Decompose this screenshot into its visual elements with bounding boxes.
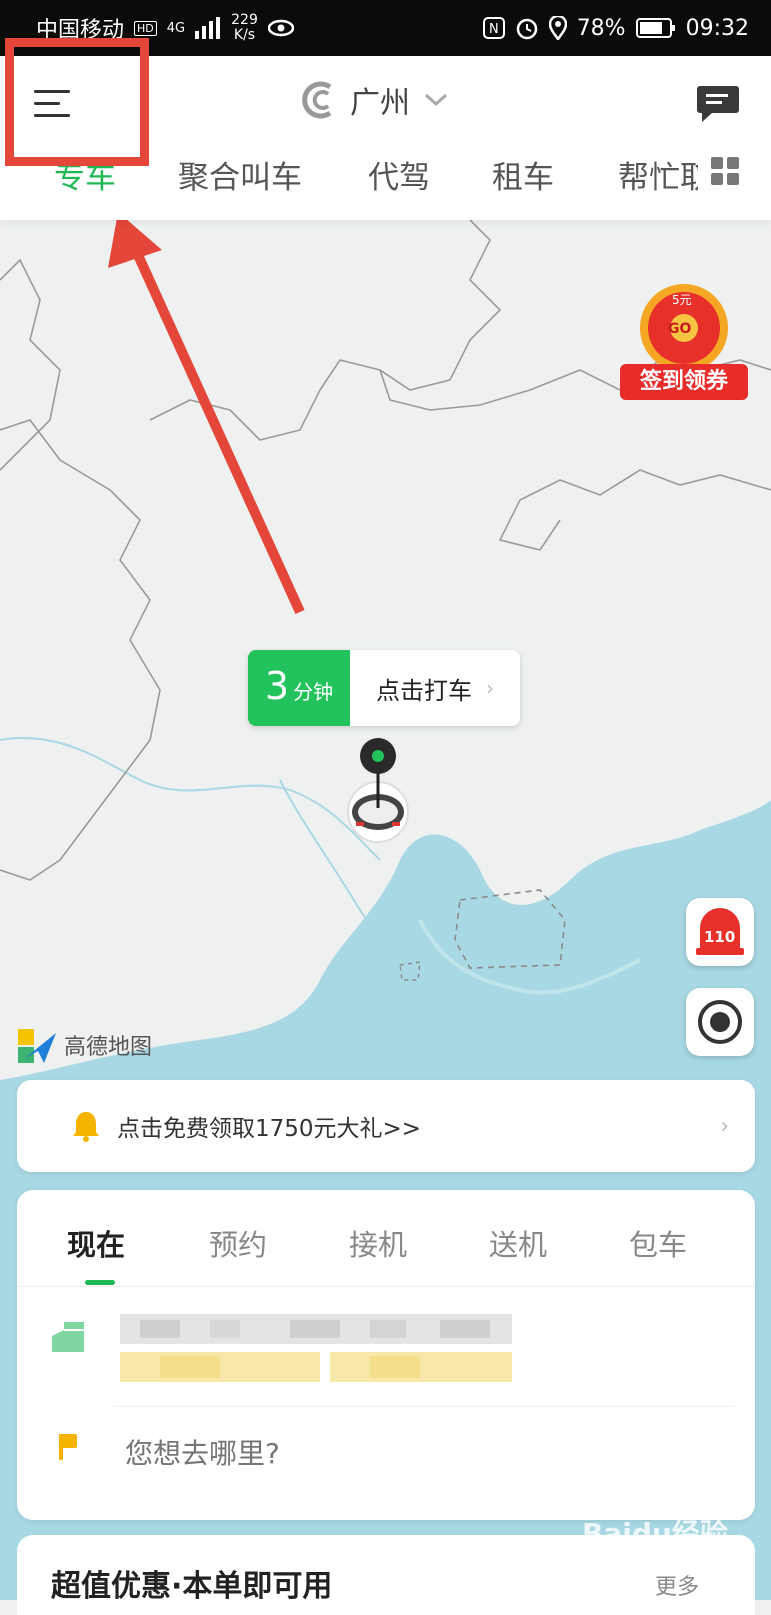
city-selector[interactable]: 广州 [300, 78, 448, 122]
tab-now[interactable]: 现在 [67, 1222, 125, 1264]
grid-icon[interactable] [710, 156, 740, 186]
didi-logo-icon [302, 81, 332, 119]
prize-wheel-icon: GO 5元 [640, 284, 728, 366]
tab-errand[interactable]: 帮忙取 [618, 152, 698, 197]
pickup-address-blurred [120, 1314, 512, 1344]
promo-text: 点击免费领取1750元大礼>> [117, 1116, 422, 1142]
active-tab-indicator [85, 1280, 115, 1285]
pickup-location-icon [52, 1322, 84, 1352]
network-speed: 229 K/s [231, 13, 258, 43]
tab-airport-dropoff[interactable]: 送机 [489, 1222, 547, 1264]
divider [113, 1406, 735, 1407]
signal-icon [195, 17, 221, 39]
nfc-icon: N [482, 17, 505, 39]
map-provider-name: 高德地图 [64, 1035, 153, 1060]
chevron-right-icon: › [486, 676, 494, 700]
eta-action-label: 点击打车 [376, 676, 472, 705]
message-icon [697, 86, 739, 122]
city-name: 广州 [350, 86, 410, 121]
emergency-110-button[interactable]: 110 [686, 898, 754, 966]
hd-badge: HD [134, 20, 157, 36]
location-icon [548, 16, 567, 40]
siren-icon: 110 [696, 908, 744, 955]
alarm-icon [516, 18, 537, 40]
tab-charter[interactable]: 包车 [629, 1222, 687, 1264]
speed-value: 229 [231, 12, 258, 28]
locate-me-button[interactable] [686, 988, 754, 1056]
bell-icon [73, 1112, 99, 1142]
deals-title: 超值优惠·本单即可用 [51, 1569, 333, 1604]
tab-reserve[interactable]: 预约 [209, 1222, 267, 1264]
signin-label: 签到领券 [620, 364, 748, 400]
tab-designated-driver[interactable]: 代驾 [368, 152, 430, 197]
promo-banner[interactable]: 点击免费领取1750元大礼>> › [17, 1080, 755, 1172]
locate-icon [698, 1000, 742, 1044]
amap-logo-icon [18, 1029, 56, 1063]
eta-action: 点击打车 › [350, 650, 520, 726]
annotation-highlight-box [5, 38, 149, 166]
chevron-down-icon [424, 93, 448, 107]
eta-time: 3 分钟 [248, 650, 350, 726]
eta-minutes: 3 [264, 664, 290, 708]
wheel-center-text: GO [668, 321, 691, 337]
chevron-right-icon: › [720, 1113, 729, 1139]
battery-percent: 78% [576, 15, 626, 41]
emergency-label: 110 [704, 928, 735, 946]
svg-text:N: N [489, 22, 499, 37]
pickup-hint-blurred [120, 1352, 512, 1382]
deals-more-link[interactable]: 更多 [655, 1569, 699, 1601]
pickup-location-field[interactable] [17, 1290, 755, 1406]
tab-aggregate[interactable]: 聚合叫车 [178, 152, 302, 197]
tab-airport-pickup[interactable]: 接机 [349, 1222, 407, 1264]
network-type: 4G [166, 20, 186, 36]
eta-bubble[interactable]: 3 分钟 点击打车 › [248, 650, 520, 726]
map-provider-logo: 高德地图 [16, 1025, 152, 1065]
watermark-text: Baidu经验 [582, 1517, 728, 1550]
signin-coupon-badge[interactable]: GO 5元 签到领券 [620, 282, 750, 400]
divider [17, 1286, 755, 1287]
wheel-top-text: 5元 [672, 293, 692, 307]
booking-card: 现在 预约 接机 送机 包车 [17, 1190, 755, 1520]
speed-unit: K/s [233, 27, 256, 43]
tab-car-rental[interactable]: 租车 [492, 152, 554, 197]
pickup-pin-car-icon [347, 738, 409, 843]
eta-unit: 分钟 [293, 680, 334, 704]
battery-icon [635, 18, 675, 38]
eye-icon [267, 19, 294, 37]
destination-input[interactable] [123, 1436, 687, 1471]
clock: 09:32 [685, 15, 749, 41]
message-button[interactable] [696, 84, 740, 124]
destination-flag-icon [59, 1434, 77, 1460]
